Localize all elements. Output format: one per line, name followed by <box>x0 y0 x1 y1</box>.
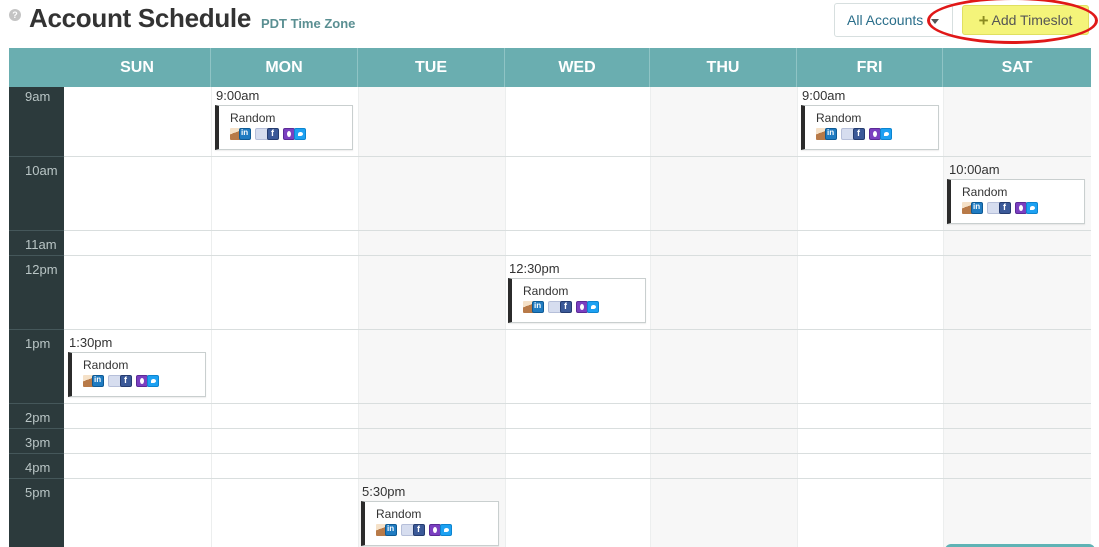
chevron-down-icon <box>931 18 940 24</box>
event-time: 5:30pm <box>362 484 406 499</box>
day-header-mon: MON <box>211 48 358 87</box>
event-card[interactable]: Random <box>215 105 353 150</box>
linkedin-icon <box>92 375 104 387</box>
time-label: 10am <box>25 163 58 178</box>
time-divider <box>9 428 64 429</box>
event-name: Random <box>230 111 276 125</box>
plus-icon: + <box>978 11 989 30</box>
page-title: Account Schedule <box>29 3 252 33</box>
event-time: 10:00am <box>949 162 1000 177</box>
time-divider <box>9 230 64 231</box>
facebook-icon <box>413 524 425 536</box>
time-divider <box>9 403 64 404</box>
twitter-icon <box>587 301 599 313</box>
day-header-thu: THU <box>650 48 797 87</box>
add-timeslot-label: Add Timeslot <box>991 12 1073 28</box>
time-divider <box>9 255 64 256</box>
facebook-icon <box>267 128 279 140</box>
linkedin-icon <box>971 202 983 214</box>
linkedin-icon <box>825 128 837 140</box>
linkedin-icon <box>385 524 397 536</box>
event-time: 9:00am <box>802 88 846 103</box>
twitter-icon <box>147 375 159 387</box>
time-label: 5pm <box>25 485 51 500</box>
row-divider <box>64 403 1091 404</box>
row-divider <box>64 453 1091 454</box>
calendar-grid: SUN MON TUE WED THU FRI SAT 9am 10am 11a… <box>9 48 1091 547</box>
row-divider <box>64 428 1091 429</box>
event-time: 12:30pm <box>509 261 560 276</box>
time-label: 4pm <box>25 460 51 475</box>
row-divider <box>64 230 1091 231</box>
event-card[interactable]: Random <box>361 501 499 546</box>
day-header-sun: SUN <box>64 48 211 87</box>
event-card[interactable]: Random <box>68 352 206 397</box>
time-label: 12pm <box>25 262 58 277</box>
time-divider <box>9 156 64 157</box>
accounts-dropdown-label: All Accounts <box>847 12 924 28</box>
day-header-tue: TUE <box>358 48 505 87</box>
event-name: Random <box>376 507 422 521</box>
row-divider <box>64 478 1091 479</box>
twitter-icon <box>880 128 892 140</box>
time-label: 2pm <box>25 410 51 425</box>
event-time: 1:30pm <box>69 335 113 350</box>
timezone-label: PDT Time Zone <box>261 16 356 31</box>
twitter-icon <box>440 524 452 536</box>
add-timeslot-button[interactable]: + Add Timeslot <box>962 5 1089 35</box>
event-card[interactable]: Random <box>508 278 646 323</box>
linkedin-icon <box>239 128 251 140</box>
linkedin-icon <box>532 301 544 313</box>
event-name: Random <box>962 185 1008 199</box>
time-label: 1pm <box>25 336 51 351</box>
twitter-icon <box>1026 202 1038 214</box>
day-header-fri: FRI <box>797 48 943 87</box>
event-name: Random <box>523 284 569 298</box>
facebook-icon <box>999 202 1011 214</box>
event-card[interactable]: Random <box>801 105 939 150</box>
accounts-dropdown[interactable]: All Accounts <box>834 3 953 37</box>
facebook-icon <box>853 128 865 140</box>
calendar-corner <box>9 48 64 87</box>
time-label: 9am <box>25 89 51 104</box>
event-time: 9:00am <box>216 88 260 103</box>
day-header-wed: WED <box>505 48 650 87</box>
day-header-sat: SAT <box>943 48 1091 87</box>
time-divider <box>9 329 64 330</box>
row-divider <box>64 255 1091 256</box>
help-icon[interactable]: ? <box>9 9 21 21</box>
row-divider <box>64 329 1091 330</box>
event-name: Random <box>83 358 129 372</box>
facebook-icon <box>560 301 572 313</box>
event-card[interactable]: Random <box>947 179 1085 224</box>
time-divider <box>9 453 64 454</box>
twitter-icon <box>294 128 306 140</box>
facebook-icon <box>120 375 132 387</box>
time-label: 11am <box>25 237 57 252</box>
event-name: Random <box>816 111 862 125</box>
time-label: 3pm <box>25 435 51 450</box>
row-divider <box>64 156 1091 157</box>
time-divider <box>9 478 64 479</box>
